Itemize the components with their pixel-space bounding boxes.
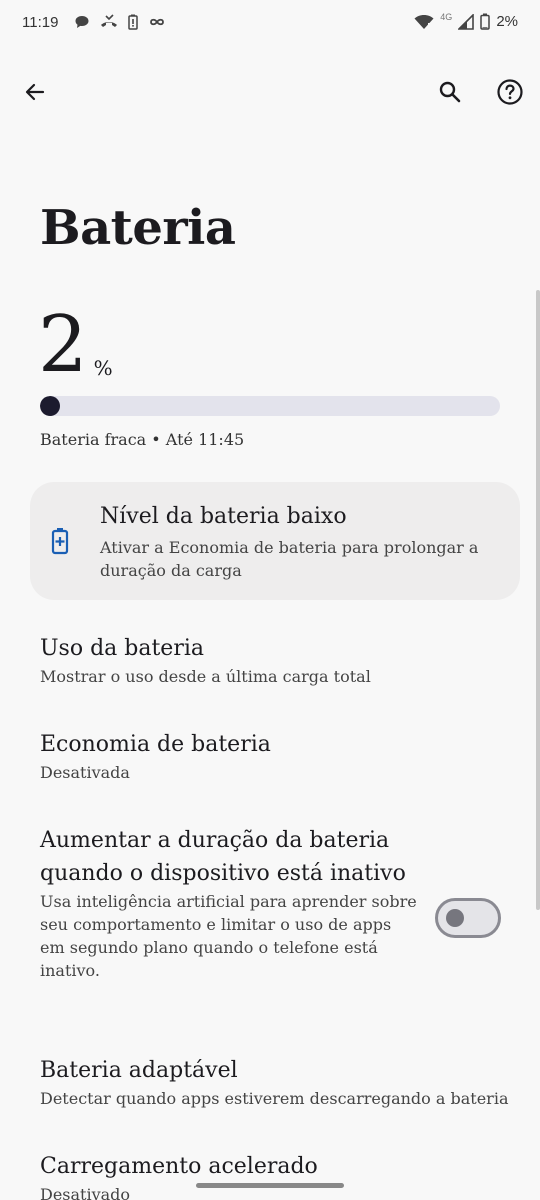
search-icon: [438, 80, 462, 108]
setting-extend-battery-idle[interactable]: Aumentar a duração da bateria quando o d…: [40, 824, 420, 982]
battery-level-display: 2 %: [38, 306, 113, 384]
setting-battery-usage[interactable]: Uso da bateria Mostrar o uso desde a últ…: [40, 632, 510, 688]
help-button[interactable]: [490, 74, 530, 114]
setting-title: Economia de bateria: [40, 732, 271, 757]
battery-alert-icon: [128, 14, 138, 30]
battery-saver-icon: [50, 527, 70, 559]
setting-title: Aumentar a duração da bateria quando o d…: [40, 828, 406, 886]
back-button[interactable]: [15, 74, 55, 114]
network-type-label: 4G: [440, 11, 453, 22]
setting-summary: Mostrar o uso desde a última carga total: [40, 667, 371, 686]
missed-call-icon: [100, 14, 118, 30]
extend-battery-idle-toggle[interactable]: [435, 898, 501, 938]
top-app-bar: [0, 70, 540, 118]
setting-summary: Desativada: [40, 763, 130, 782]
battery-level-unit: %: [93, 356, 113, 380]
arrow-back-icon: [23, 80, 47, 108]
status-time: 11:19: [22, 14, 59, 31]
toggle-knob: [446, 909, 464, 927]
status-battery-percent: 2%: [496, 13, 518, 30]
help-icon: [497, 79, 523, 109]
chat-notification-icon: [74, 14, 90, 30]
infinity-icon: [148, 16, 166, 28]
low-battery-tip-card[interactable]: Nível da bateria baixo Ativar a Economia…: [30, 482, 520, 600]
status-bar: 11:19 4G 2%: [0, 0, 540, 46]
battery-level-number: 2: [38, 300, 88, 390]
scrollbar[interactable]: [536, 290, 540, 910]
battery-status-text: Bateria fraca • Até 11:45: [40, 430, 245, 449]
setting-summary: Usa inteligência artificial para aprende…: [40, 892, 417, 980]
system-icons: 4G 2%: [414, 11, 518, 30]
tip-card-title: Nível da bateria baixo: [100, 504, 347, 529]
battery-level-bar-fill: [40, 396, 60, 416]
setting-fast-charging[interactable]: Carregamento acelerado Desativado: [40, 1150, 510, 1200]
search-button[interactable]: [430, 74, 470, 114]
battery-status-icon: [480, 13, 491, 30]
setting-title: Uso da bateria: [40, 636, 204, 661]
setting-adaptive-battery[interactable]: Bateria adaptável Detectar quando apps e…: [40, 1054, 510, 1110]
battery-level-bar: [40, 396, 500, 416]
signal-icon: [458, 13, 475, 30]
tip-card-description: Ativar a Economia de bateria para prolon…: [100, 538, 479, 580]
setting-title: Bateria adaptável: [40, 1058, 238, 1083]
setting-battery-saver[interactable]: Economia de bateria Desativada: [40, 728, 510, 784]
setting-title: Carregamento acelerado: [40, 1154, 318, 1179]
home-gesture-bar[interactable]: [196, 1183, 344, 1188]
page-title: Bateria: [40, 200, 236, 256]
setting-summary: Detectar quando apps estiverem descarreg…: [40, 1089, 509, 1108]
notification-icons: [74, 14, 166, 30]
wifi-icon: [414, 14, 434, 30]
